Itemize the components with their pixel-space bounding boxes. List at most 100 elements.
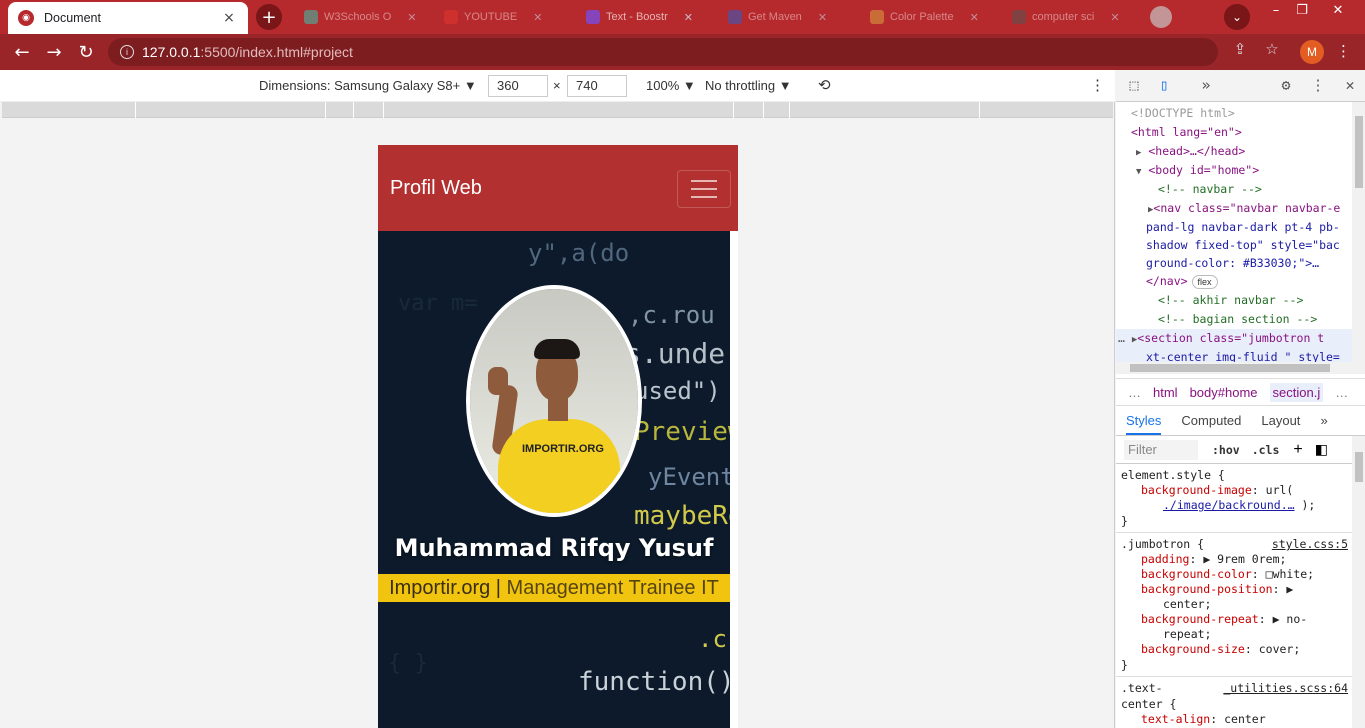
hamburger-menu-icon[interactable]	[677, 170, 731, 208]
device-dimensions-select[interactable]: Dimensions: Samsung Galaxy S8+ ▼	[259, 78, 477, 93]
dom-node[interactable]: <!-- navbar -->	[1116, 180, 1352, 199]
tab-close-icon[interactable]: ✕	[1110, 11, 1119, 24]
dom-node[interactable]: <!DOCTYPE html>	[1116, 104, 1352, 123]
tab-close-icon[interactable]: ✕	[684, 11, 693, 24]
maximize-button[interactable]: ❐	[1288, 0, 1316, 20]
site-navbar: Profil Web	[378, 145, 738, 231]
breadcrumb-item[interactable]: section.j	[1269, 382, 1324, 402]
tab-background-4[interactable]: Get Maven ✕	[720, 2, 835, 32]
new-rule-icon[interactable]: +	[1293, 441, 1302, 459]
device-height-input[interactable]: 740	[567, 75, 627, 97]
share-icon[interactable]: ⇪	[1228, 40, 1252, 58]
tab-favicon-icon	[304, 10, 318, 24]
devtools-menu-icon[interactable]: ⋮	[1308, 76, 1328, 94]
tab-background-5[interactable]: Color Palette ✕	[862, 2, 987, 32]
tab-close-icon[interactable]: ✕	[818, 11, 827, 24]
close-window-button[interactable]: ✕	[1324, 0, 1352, 20]
url-link[interactable]: ./image/backround.…	[1163, 498, 1295, 512]
tab-styles[interactable]: Styles	[1126, 413, 1162, 435]
dom-node[interactable]: </nav> flex	[1116, 272, 1352, 291]
dom-node[interactable]: <!-- akhir navbar -->	[1116, 291, 1352, 310]
breadcrumb-item[interactable]: html	[1153, 385, 1178, 400]
style-declaration[interactable]: padding: ▶ 9rem 0rem;	[1121, 552, 1348, 567]
cls-toggle[interactable]: .cls	[1252, 443, 1280, 457]
bookmark-star-icon[interactable]: ☆	[1260, 40, 1284, 58]
site-info-icon[interactable]: i	[120, 45, 134, 59]
tab-title: computer sci	[1032, 11, 1095, 23]
tab-document[interactable]: ◉ Document ×	[8, 2, 248, 34]
address-bar[interactable]: i 127.0.0.1:5500/index.html#project	[108, 38, 1218, 66]
new-tab-button[interactable]: +	[256, 4, 282, 30]
styles-filter-input[interactable]: Filter	[1124, 439, 1198, 460]
throttling-select[interactable]: No throttling ▼	[705, 78, 792, 93]
tab-close-icon[interactable]: ✕	[407, 11, 416, 24]
more-tabs-icon[interactable]: »	[1196, 76, 1216, 94]
background-code: yEvent	[648, 463, 730, 491]
tab-title: W3Schools O	[324, 11, 392, 23]
style-declaration[interactable]: text-align: center	[1121, 712, 1348, 727]
device-more-icon[interactable]: ⋮	[1090, 76, 1105, 94]
dom-node[interactable]: ▼ <body id="home">	[1116, 161, 1352, 180]
source-link[interactable]: _utilities.scss:64	[1223, 680, 1348, 696]
flex-badge[interactable]: flex	[1191, 275, 1218, 289]
device-width-input[interactable]: 360	[488, 75, 548, 97]
dimension-times: ×	[553, 78, 561, 93]
tab-computed[interactable]: Computed	[1181, 413, 1241, 428]
breadcrumb-item[interactable]: …	[1128, 385, 1141, 400]
expand-triangle-icon[interactable]: ▶	[1136, 148, 1141, 158]
breadcrumb: … html body#home section.j …	[1116, 378, 1365, 406]
reload-icon[interactable]: ↻	[70, 36, 102, 68]
style-declaration[interactable]: background-repeat: ▶ no-	[1121, 612, 1348, 627]
tab-close-icon[interactable]: ✕	[533, 11, 542, 24]
tab-background-6[interactable]: computer sci ✕	[1004, 2, 1128, 32]
settings-gear-icon[interactable]: ⚙	[1276, 76, 1296, 94]
navbar-brand[interactable]: Profil Web	[390, 177, 482, 200]
tab-list-button[interactable]: ⌄	[1224, 4, 1250, 30]
minimize-button[interactable]: –	[1262, 0, 1290, 20]
styles-subtabs: Styles Computed Layout »	[1116, 406, 1365, 436]
media-query-ruler[interactable]	[2, 102, 1113, 118]
breadcrumb-item[interactable]: …	[1335, 385, 1348, 400]
back-arrow-icon[interactable]: ←	[6, 36, 38, 68]
source-link[interactable]: style.css:5	[1272, 536, 1348, 552]
dom-node[interactable]: ▶ <head>…</head>	[1116, 142, 1352, 161]
hov-toggle[interactable]: :hov	[1212, 443, 1240, 457]
styles-scrollbar[interactable]	[1352, 436, 1365, 728]
dom-node-selected[interactable]: … ▶<section class="jumbotron t	[1116, 329, 1352, 348]
close-devtools-icon[interactable]: ✕	[1340, 76, 1360, 94]
rotate-icon[interactable]: ⟲	[818, 76, 831, 94]
rule-selector-cont: center {	[1121, 697, 1177, 711]
dom-node[interactable]: <!-- bagian section -->	[1116, 310, 1352, 329]
tab-background-1[interactable]: W3Schools O ✕	[296, 2, 424, 32]
node-actions-icon[interactable]: …	[1118, 331, 1125, 345]
style-declaration[interactable]: background-position: ▶	[1121, 582, 1348, 597]
tab-close-icon[interactable]: ×	[220, 10, 238, 26]
tab-layout[interactable]: Layout	[1261, 413, 1300, 428]
style-declaration[interactable]: background-size: cover;	[1121, 642, 1348, 657]
dom-node[interactable]: ▶<nav class="navbar navbar-e	[1116, 199, 1352, 218]
sidebar-toggle-icon[interactable]: ◧	[1315, 441, 1328, 458]
tab-search-icon[interactable]	[1150, 6, 1172, 28]
tab-background-3[interactable]: Text - Boostr ✕	[578, 2, 701, 32]
browser-menu-icon[interactable]: ⋮	[1336, 42, 1351, 60]
dom-node[interactable]: <html lang="en">	[1116, 123, 1352, 142]
style-declaration[interactable]: background-image: url(	[1121, 483, 1348, 498]
shirt-logo-text: IMPORTIR.ORG	[522, 443, 604, 455]
profile-avatar[interactable]: M	[1300, 40, 1324, 64]
zoom-select[interactable]: 100% ▼	[646, 78, 696, 93]
tab-more[interactable]: »	[1320, 413, 1327, 428]
style-declaration[interactable]: background-color: □white;	[1121, 567, 1348, 582]
forward-arrow-icon[interactable]: →	[38, 36, 70, 68]
breadcrumb-item[interactable]: body#home	[1190, 385, 1258, 400]
collapse-triangle-icon[interactable]: ▼	[1136, 167, 1141, 177]
device-toggle-icon[interactable]: ▯	[1154, 76, 1174, 94]
tab-favicon-icon	[444, 10, 458, 24]
tab-background-2[interactable]: YOUTUBE ✕	[436, 2, 550, 32]
inspect-element-icon[interactable]: ⬚	[1124, 76, 1144, 94]
tab-close-icon[interactable]: ✕	[970, 11, 979, 24]
background-code: s.unde	[624, 337, 726, 370]
background-code: function(){	[578, 667, 730, 697]
elements-scrollbar[interactable]	[1352, 102, 1365, 374]
elements-hscrollbar[interactable]	[1116, 362, 1352, 374]
tagline-company: Importir.org |	[389, 577, 507, 599]
